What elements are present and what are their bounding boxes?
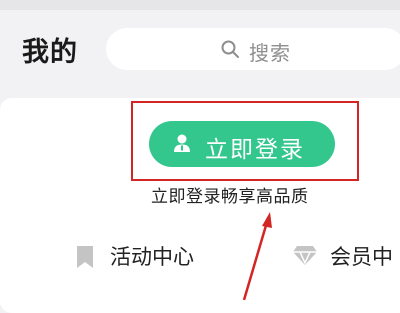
menu-item-activity-center[interactable]: 活动中心: [76, 240, 216, 274]
highlight-box: [131, 101, 359, 181]
status-bar: [0, 0, 400, 10]
search-bar[interactable]: 搜索: [106, 28, 400, 70]
login-subtitle: 立即登录畅享高品质: [151, 187, 309, 207]
bookmark-icon: [77, 246, 93, 268]
search-placeholder: 搜索: [249, 41, 291, 65]
page-title: 我的: [22, 37, 78, 68]
menu-item-label: 活动中心: [110, 245, 194, 269]
menu-item-vip-center[interactable]: 会员中: [292, 240, 400, 274]
diamond-icon: [293, 246, 317, 265]
menu-item-label: 会员中: [330, 245, 393, 269]
search-icon: [221, 40, 239, 58]
